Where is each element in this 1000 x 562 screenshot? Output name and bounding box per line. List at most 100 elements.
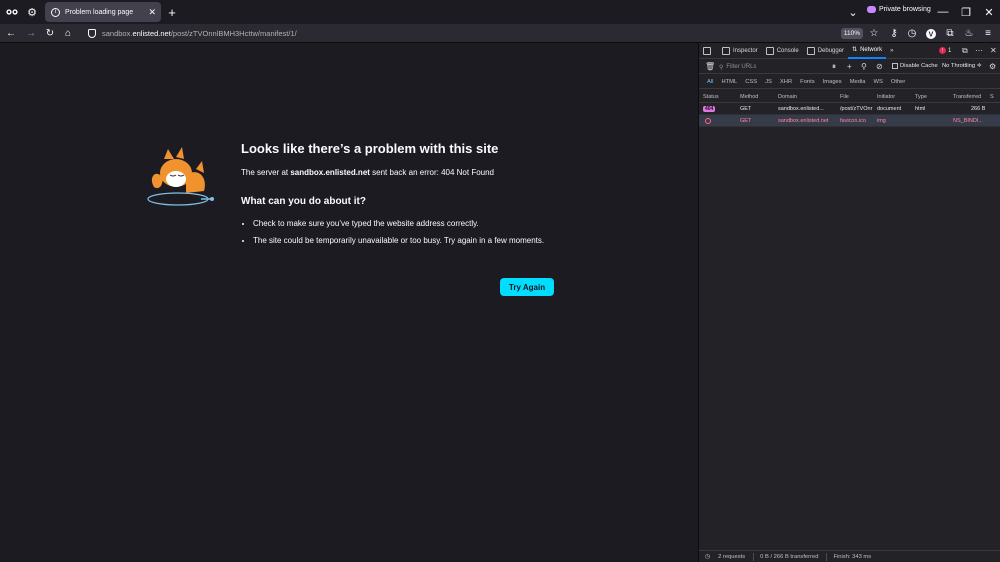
new-tab-button[interactable]: + (164, 4, 180, 20)
filter-html[interactable]: HTML (721, 79, 737, 85)
checkbox[interactable] (892, 63, 898, 69)
disable-cache-checkbox[interactable]: Disable Cache (892, 63, 938, 69)
add-icon[interactable]: + (847, 62, 852, 71)
tab-debugger[interactable]: Debugger (803, 43, 848, 59)
column-header[interactable]: Status (703, 94, 719, 100)
filter-css[interactable]: CSS (745, 79, 757, 85)
shield-icon[interactable] (88, 29, 96, 38)
table-header: Status Method Domain File Initiator Type… (699, 91, 1000, 103)
url-bar[interactable]: sandbox. enlisted.net/post/zTVOnnlBMH3Hct… (84, 26, 844, 41)
minimize-button[interactable]: — (935, 4, 951, 20)
tab-network[interactable]: ⇅ Network (848, 43, 887, 59)
private-mask-icon[interactable] (4, 4, 20, 20)
tab-inspector[interactable]: Inspector (718, 43, 762, 59)
list-item: Check to make sure you’ve typed the webs… (253, 218, 553, 230)
tab-problem-loading[interactable]: i Problem loading page ✕ (45, 2, 161, 22)
row-method: GET (740, 118, 752, 124)
stopwatch-icon[interactable]: ◷ (705, 554, 710, 560)
zoom-level[interactable]: 110% (841, 28, 863, 39)
disable-cache-label: Disable Cache (900, 63, 938, 69)
restore-button[interactable]: ❐ (958, 4, 974, 20)
row-transferred: NS_BINDI... (953, 118, 983, 124)
devtools-menu-icon[interactable]: ⋯ (975, 46, 983, 55)
try-again-button[interactable]: Try Again (500, 278, 554, 296)
status-transferred: 0 B / 266 B transferred (760, 553, 819, 560)
tab-label: Console (776, 47, 799, 54)
block-icon[interactable]: ⊘ (876, 62, 883, 71)
pause-icon[interactable]: ⏸ (832, 62, 836, 72)
table-row[interactable]: GET sandbox.enlisted.net favicon.ico img… (699, 115, 1000, 127)
settings-gear-icon[interactable]: ⚙ (989, 62, 996, 71)
error-icon: ! (939, 47, 946, 54)
tab-close-icon[interactable]: ✕ (148, 7, 156, 18)
navigation-bar: ← → ↻ ⌂ sandbox. enlisted.net/post/zTVOnn… (0, 24, 1000, 43)
reload-icon[interactable]: ↻ (43, 27, 57, 40)
devtools-tabs: Inspector Console Debugger ⇅ Network » (699, 43, 1000, 59)
trash-icon[interactable]: 🗑 (705, 62, 715, 71)
row-domain: sandbox.enlisted.net (778, 118, 829, 124)
private-browsing-label: Private browsing (879, 6, 931, 13)
column-header[interactable]: Initiator (877, 94, 895, 100)
filter-images[interactable]: Images (823, 79, 842, 85)
list-item: The site could be temporarily unavailabl… (253, 235, 553, 247)
devtools-pick-element-icon[interactable] (699, 43, 718, 59)
extension-v-icon[interactable]: V (924, 27, 938, 40)
throttling-select[interactable]: No Throttling ≑ (942, 63, 982, 69)
error-count: 1 (948, 47, 952, 54)
filter-js[interactable]: JS (765, 79, 772, 85)
info-icon: i (51, 7, 60, 17)
column-header[interactable]: File (840, 94, 849, 100)
column-header[interactable]: Method (740, 94, 758, 100)
search-icon[interactable]: ⚲ (861, 62, 867, 71)
url-path: /post/zTVOnnlBMH3Hcttw/manifest/1/ (170, 29, 297, 38)
row-file: /post/zTVOnr (840, 106, 873, 112)
row-transferred: 266 B (971, 106, 986, 112)
firefox-view-icon[interactable]: ♨ (962, 27, 976, 40)
url-host: enlisted.net (132, 29, 171, 38)
filter-urls-input[interactable]: ⚲ Filter URLs (719, 62, 827, 72)
url-host-prefix: sandbox. (102, 29, 133, 38)
tab-label: Debugger (817, 47, 845, 54)
tab-bar: ⚙ i Problem loading page ✕ + ⌄ Private b… (0, 0, 1000, 24)
devtools-close-icon[interactable]: ✕ (990, 46, 997, 55)
forward-arrow-icon[interactable]: → (24, 27, 38, 40)
column-header[interactable]: S (990, 94, 994, 100)
inspector-icon (722, 46, 730, 55)
filter-other[interactable]: Other (891, 79, 906, 85)
status-badge: 404 (703, 106, 716, 112)
home-icon[interactable]: ⌂ (61, 27, 75, 40)
row-type: html (915, 106, 926, 112)
request-type-filters: All HTML CSS JS XHR Fonts Images Media W… (699, 75, 1000, 89)
private-icon (867, 6, 876, 13)
row-file: favicon.ico (840, 118, 866, 124)
bookmark-star-icon[interactable]: ☆ (867, 27, 881, 40)
error-desc-prefix: The server at (241, 168, 291, 177)
filter-all[interactable]: All (707, 79, 713, 85)
devtools-error-count[interactable]: ! 1 (939, 47, 951, 54)
filter-fonts[interactable]: Fonts (800, 79, 815, 85)
row-initiator: img (877, 118, 886, 124)
extensions-puzzle-icon[interactable]: ⧉ (943, 27, 957, 40)
sleeping-fox-illustration (147, 147, 214, 206)
close-window-button[interactable]: ✕ (981, 4, 997, 20)
more-tabs-chevron-icon[interactable]: » (886, 43, 897, 59)
filter-xhr[interactable]: XHR (780, 79, 792, 85)
history-icon[interactable]: ◷ (905, 27, 919, 40)
error-subtitle: What can you do about it? (241, 196, 366, 207)
column-header[interactable]: Type (915, 94, 927, 100)
error-tips-list: Check to make sure you’ve typed the webs… (253, 218, 553, 251)
dock-icon[interactable]: ⧉ (962, 46, 968, 56)
column-header[interactable]: Domain (778, 94, 797, 100)
filter-ws[interactable]: WS (873, 79, 882, 85)
chevron-down-icon[interactable]: ⌄ (845, 4, 861, 20)
gear-icon[interactable]: ⚙ (24, 4, 40, 20)
filter-media[interactable]: Media (850, 79, 866, 85)
key-icon[interactable]: ⚷ (887, 27, 901, 40)
column-header[interactable]: Transferred (953, 94, 981, 100)
status-finish: Finish: 343 ms (833, 553, 872, 560)
blocked-icon (705, 118, 711, 126)
back-arrow-icon[interactable]: ← (4, 27, 18, 40)
table-row[interactable]: 404 GET sandbox.enlisted... /post/zTVOnr… (699, 103, 1000, 115)
tab-console[interactable]: Console (762, 43, 803, 59)
menu-hamburger-icon[interactable]: ≡ (981, 27, 995, 40)
